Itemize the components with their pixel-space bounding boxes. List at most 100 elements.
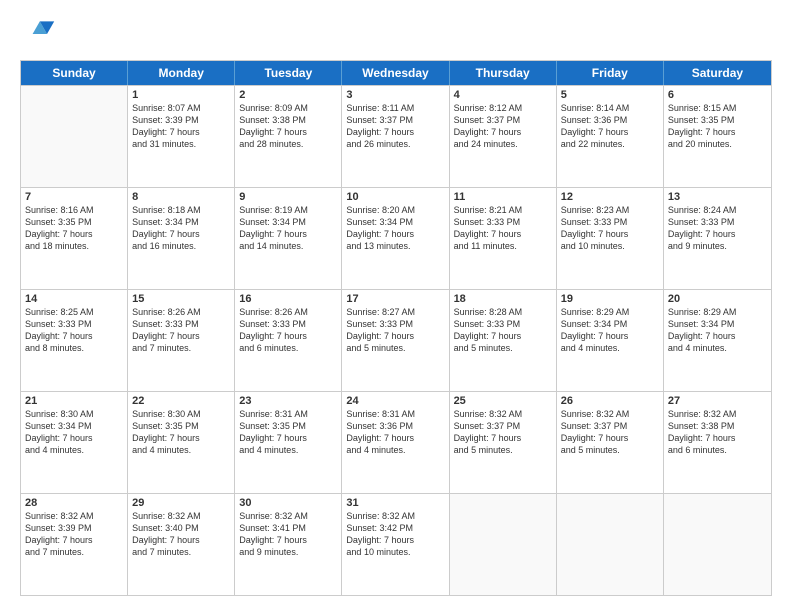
day-info: Sunrise: 8:32 AM Sunset: 3:39 PM Dayligh…: [25, 510, 123, 559]
day-number: 15: [132, 293, 230, 305]
day-number: 6: [668, 89, 767, 101]
day-number: 21: [25, 395, 123, 407]
calendar-cell: [21, 86, 128, 187]
day-info: Sunrise: 8:09 AM Sunset: 3:38 PM Dayligh…: [239, 102, 337, 151]
calendar-cell: 16Sunrise: 8:26 AM Sunset: 3:33 PM Dayli…: [235, 290, 342, 391]
day-info: Sunrise: 8:26 AM Sunset: 3:33 PM Dayligh…: [132, 306, 230, 355]
day-number: 14: [25, 293, 123, 305]
day-number: 23: [239, 395, 337, 407]
day-info: Sunrise: 8:28 AM Sunset: 3:33 PM Dayligh…: [454, 306, 552, 355]
day-info: Sunrise: 8:24 AM Sunset: 3:33 PM Dayligh…: [668, 204, 767, 253]
day-number: 5: [561, 89, 659, 101]
calendar-cell: 12Sunrise: 8:23 AM Sunset: 3:33 PM Dayli…: [557, 188, 664, 289]
calendar-cell: 20Sunrise: 8:29 AM Sunset: 3:34 PM Dayli…: [664, 290, 771, 391]
day-number: 2: [239, 89, 337, 101]
calendar-cell: 3Sunrise: 8:11 AM Sunset: 3:37 PM Daylig…: [342, 86, 449, 187]
calendar-cell: 26Sunrise: 8:32 AM Sunset: 3:37 PM Dayli…: [557, 392, 664, 493]
day-info: Sunrise: 8:18 AM Sunset: 3:34 PM Dayligh…: [132, 204, 230, 253]
day-number: 20: [668, 293, 767, 305]
day-number: 27: [668, 395, 767, 407]
day-number: 4: [454, 89, 552, 101]
day-info: Sunrise: 8:12 AM Sunset: 3:37 PM Dayligh…: [454, 102, 552, 151]
calendar-cell: 5Sunrise: 8:14 AM Sunset: 3:36 PM Daylig…: [557, 86, 664, 187]
calendar-cell: [664, 494, 771, 595]
calendar-cell: 21Sunrise: 8:30 AM Sunset: 3:34 PM Dayli…: [21, 392, 128, 493]
day-info: Sunrise: 8:27 AM Sunset: 3:33 PM Dayligh…: [346, 306, 444, 355]
calendar-cell: 18Sunrise: 8:28 AM Sunset: 3:33 PM Dayli…: [450, 290, 557, 391]
calendar-cell: 30Sunrise: 8:32 AM Sunset: 3:41 PM Dayli…: [235, 494, 342, 595]
day-info: Sunrise: 8:21 AM Sunset: 3:33 PM Dayligh…: [454, 204, 552, 253]
calendar-cell: 1Sunrise: 8:07 AM Sunset: 3:39 PM Daylig…: [128, 86, 235, 187]
day-number: 29: [132, 497, 230, 509]
calendar-cell: 27Sunrise: 8:32 AM Sunset: 3:38 PM Dayli…: [664, 392, 771, 493]
day-number: 3: [346, 89, 444, 101]
day-number: 18: [454, 293, 552, 305]
page: SundayMondayTuesdayWednesdayThursdayFrid…: [0, 0, 792, 612]
day-info: Sunrise: 8:07 AM Sunset: 3:39 PM Dayligh…: [132, 102, 230, 151]
day-info: Sunrise: 8:32 AM Sunset: 3:38 PM Dayligh…: [668, 408, 767, 457]
calendar-day-header: Wednesday: [342, 61, 449, 85]
calendar-cell: 14Sunrise: 8:25 AM Sunset: 3:33 PM Dayli…: [21, 290, 128, 391]
day-info: Sunrise: 8:32 AM Sunset: 3:37 PM Dayligh…: [561, 408, 659, 457]
day-info: Sunrise: 8:16 AM Sunset: 3:35 PM Dayligh…: [25, 204, 123, 253]
header: [20, 16, 772, 52]
day-info: Sunrise: 8:30 AM Sunset: 3:34 PM Dayligh…: [25, 408, 123, 457]
day-info: Sunrise: 8:26 AM Sunset: 3:33 PM Dayligh…: [239, 306, 337, 355]
day-number: 31: [346, 497, 444, 509]
day-number: 24: [346, 395, 444, 407]
day-number: 22: [132, 395, 230, 407]
day-info: Sunrise: 8:31 AM Sunset: 3:35 PM Dayligh…: [239, 408, 337, 457]
calendar-cell: 10Sunrise: 8:20 AM Sunset: 3:34 PM Dayli…: [342, 188, 449, 289]
day-info: Sunrise: 8:32 AM Sunset: 3:42 PM Dayligh…: [346, 510, 444, 559]
calendar-cell: 2Sunrise: 8:09 AM Sunset: 3:38 PM Daylig…: [235, 86, 342, 187]
calendar-cell: 25Sunrise: 8:32 AM Sunset: 3:37 PM Dayli…: [450, 392, 557, 493]
calendar-cell: 11Sunrise: 8:21 AM Sunset: 3:33 PM Dayli…: [450, 188, 557, 289]
calendar-cell: 29Sunrise: 8:32 AM Sunset: 3:40 PM Dayli…: [128, 494, 235, 595]
calendar-cell: 13Sunrise: 8:24 AM Sunset: 3:33 PM Dayli…: [664, 188, 771, 289]
day-number: 11: [454, 191, 552, 203]
calendar-day-header: Monday: [128, 61, 235, 85]
calendar-header: SundayMondayTuesdayWednesdayThursdayFrid…: [21, 61, 771, 85]
calendar-day-header: Tuesday: [235, 61, 342, 85]
day-info: Sunrise: 8:29 AM Sunset: 3:34 PM Dayligh…: [561, 306, 659, 355]
day-number: 25: [454, 395, 552, 407]
day-number: 10: [346, 191, 444, 203]
calendar-cell: 7Sunrise: 8:16 AM Sunset: 3:35 PM Daylig…: [21, 188, 128, 289]
calendar-cell: 24Sunrise: 8:31 AM Sunset: 3:36 PM Dayli…: [342, 392, 449, 493]
calendar-cell: 9Sunrise: 8:19 AM Sunset: 3:34 PM Daylig…: [235, 188, 342, 289]
calendar-week-row: 28Sunrise: 8:32 AM Sunset: 3:39 PM Dayli…: [21, 493, 771, 595]
logo: [20, 16, 60, 52]
calendar-cell: 6Sunrise: 8:15 AM Sunset: 3:35 PM Daylig…: [664, 86, 771, 187]
day-info: Sunrise: 8:19 AM Sunset: 3:34 PM Dayligh…: [239, 204, 337, 253]
calendar-cell: 8Sunrise: 8:18 AM Sunset: 3:34 PM Daylig…: [128, 188, 235, 289]
day-info: Sunrise: 8:15 AM Sunset: 3:35 PM Dayligh…: [668, 102, 767, 151]
calendar-cell: [450, 494, 557, 595]
calendar-day-header: Thursday: [450, 61, 557, 85]
day-number: 8: [132, 191, 230, 203]
day-info: Sunrise: 8:32 AM Sunset: 3:37 PM Dayligh…: [454, 408, 552, 457]
calendar-cell: 15Sunrise: 8:26 AM Sunset: 3:33 PM Dayli…: [128, 290, 235, 391]
calendar-cell: 17Sunrise: 8:27 AM Sunset: 3:33 PM Dayli…: [342, 290, 449, 391]
calendar-cell: 4Sunrise: 8:12 AM Sunset: 3:37 PM Daylig…: [450, 86, 557, 187]
day-number: 28: [25, 497, 123, 509]
day-number: 7: [25, 191, 123, 203]
day-info: Sunrise: 8:14 AM Sunset: 3:36 PM Dayligh…: [561, 102, 659, 151]
calendar-cell: 31Sunrise: 8:32 AM Sunset: 3:42 PM Dayli…: [342, 494, 449, 595]
calendar-day-header: Friday: [557, 61, 664, 85]
calendar-cell: [557, 494, 664, 595]
calendar-cell: 19Sunrise: 8:29 AM Sunset: 3:34 PM Dayli…: [557, 290, 664, 391]
calendar-body: 1Sunrise: 8:07 AM Sunset: 3:39 PM Daylig…: [21, 85, 771, 595]
calendar-week-row: 7Sunrise: 8:16 AM Sunset: 3:35 PM Daylig…: [21, 187, 771, 289]
calendar: SundayMondayTuesdayWednesdayThursdayFrid…: [20, 60, 772, 596]
day-number: 26: [561, 395, 659, 407]
day-number: 1: [132, 89, 230, 101]
day-number: 12: [561, 191, 659, 203]
day-info: Sunrise: 8:32 AM Sunset: 3:41 PM Dayligh…: [239, 510, 337, 559]
day-number: 19: [561, 293, 659, 305]
day-info: Sunrise: 8:31 AM Sunset: 3:36 PM Dayligh…: [346, 408, 444, 457]
calendar-day-header: Saturday: [664, 61, 771, 85]
calendar-week-row: 14Sunrise: 8:25 AM Sunset: 3:33 PM Dayli…: [21, 289, 771, 391]
day-number: 30: [239, 497, 337, 509]
calendar-cell: 22Sunrise: 8:30 AM Sunset: 3:35 PM Dayli…: [128, 392, 235, 493]
calendar-week-row: 21Sunrise: 8:30 AM Sunset: 3:34 PM Dayli…: [21, 391, 771, 493]
